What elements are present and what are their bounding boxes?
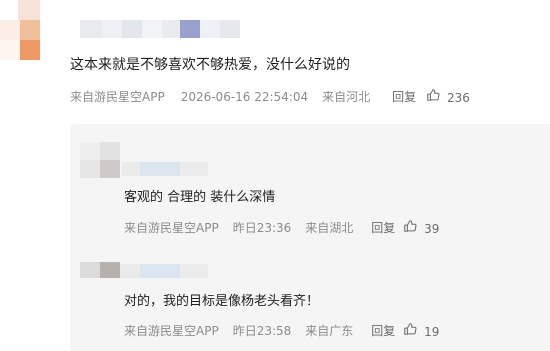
replies-panel [70, 124, 550, 351]
reply-1-text: 客观的 合理的 装什么深情 [124, 190, 276, 205]
thumbs-up-icon [404, 323, 417, 335]
comment-meta: 来自游民星空APP 2026-06-16 22:54:04 来自河北 回复 23… [70, 88, 470, 105]
comment-reply-button[interactable]: 回复 [392, 88, 416, 105]
reply-1-meta: 来自游民星空APP 昨日23:36 来自湖北 回复 39 [124, 219, 439, 236]
reply-2-text: 对的，我的目标是像杨老头看齐！ [124, 294, 320, 309]
reply-1-timestamp: 昨日23:36 [232, 221, 292, 235]
comment-timestamp: 2026-06-16 22:54:04 [180, 89, 309, 104]
reply-2-meta: 来自游民星空APP 昨日23:58 来自广东 回复 19 [124, 322, 439, 339]
reply-1-like-button[interactable]: 39 [403, 219, 439, 236]
thumbs-up-icon [427, 89, 440, 101]
comment-like-button[interactable]: 236 [426, 88, 470, 105]
comment-location: 来自河北 [322, 90, 371, 104]
reply-1-source: 来自游民星空APP [124, 221, 219, 235]
reply-1-like-count: 39 [424, 222, 440, 236]
comment-source: 来自游民星空APP [70, 90, 165, 104]
reply-1-reply-button[interactable]: 回复 [371, 219, 395, 236]
reply-2-like-button[interactable]: 19 [403, 322, 439, 339]
reply-2-source: 来自游民星空APP [124, 324, 219, 338]
reply-2-timestamp: 昨日23:58 [232, 324, 292, 338]
reply-2-like-count: 19 [424, 325, 440, 339]
reply-1-location: 来自湖北 [305, 221, 354, 235]
comment-like-count: 236 [447, 91, 470, 105]
comment-text: 这本来就是不够喜欢不够热爱，没什么好说的 [70, 57, 350, 73]
thumbs-up-icon [404, 220, 417, 232]
reply-2-location: 来自广东 [305, 324, 354, 338]
reply-2-reply-button[interactable]: 回复 [371, 322, 395, 339]
